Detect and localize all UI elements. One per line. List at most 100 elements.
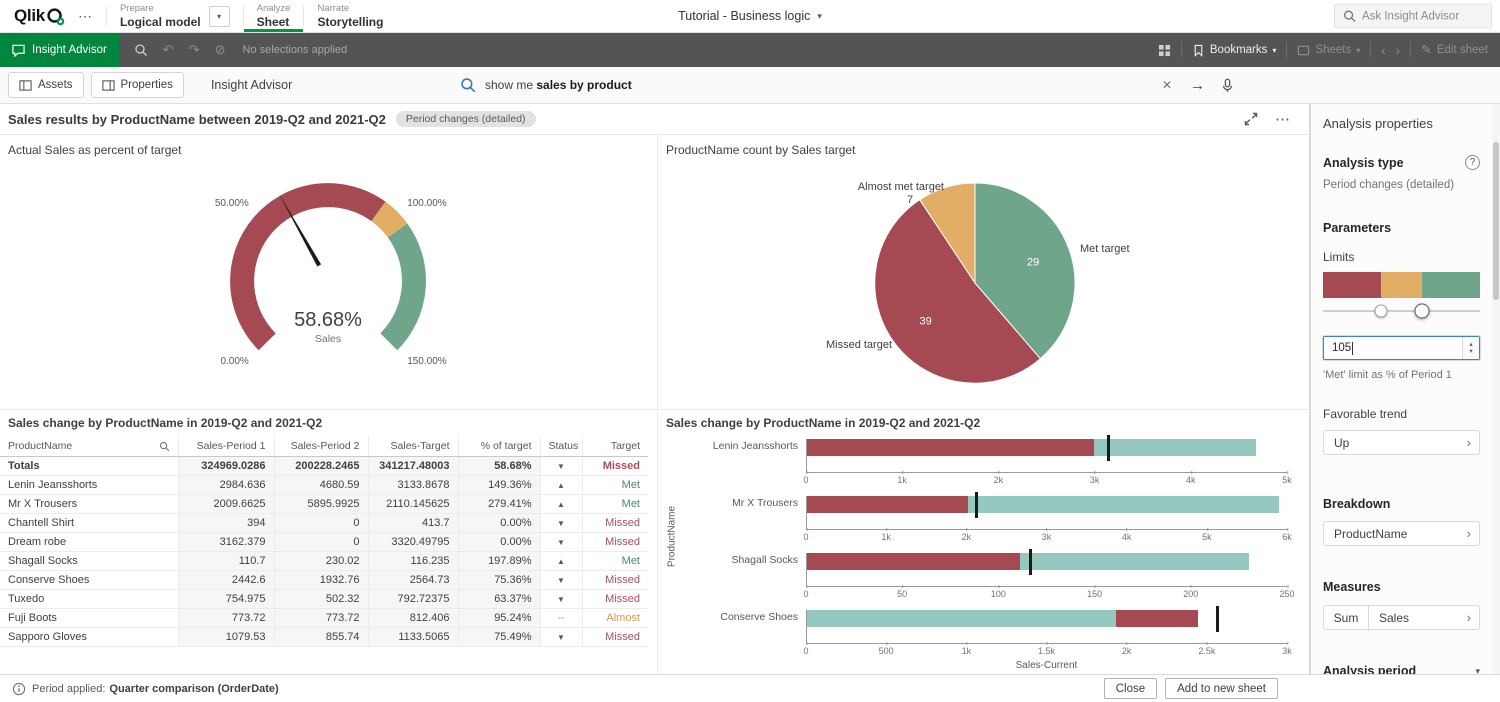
submit-search-button[interactable]: → <box>1190 77 1205 94</box>
met-limit-input[interactable]: 105 ▴ ▾ <box>1323 336 1480 360</box>
measure-field-select[interactable]: Sales › <box>1368 605 1480 630</box>
gauge-value: 58.68% <box>253 309 403 332</box>
column-header[interactable]: Sales-Period 2 <box>274 436 368 457</box>
assets-button[interactable]: Assets <box>8 72 84 98</box>
bar-segment-teal[interactable] <box>968 496 1279 513</box>
microphone-button[interactable] <box>1220 78 1235 93</box>
clear-selections-icon[interactable]: ⊘ <box>215 42 226 58</box>
step-back-icon[interactable]: ↶ <box>163 42 174 58</box>
measure-control[interactable]: Sum Sales › <box>1323 605 1480 630</box>
expand-icon[interactable] <box>1244 112 1258 126</box>
selections-tool-icon[interactable] <box>134 43 148 57</box>
favorable-trend-select[interactable]: Up › <box>1323 430 1480 455</box>
slider-handle-lower[interactable] <box>1375 305 1388 318</box>
global-search-input[interactable]: Ask Insight Advisor <box>1334 4 1492 29</box>
table-row[interactable]: Chantell Shirt3940413.70.00%▼Missed <box>0 514 648 533</box>
bar-segment-red[interactable] <box>807 496 968 513</box>
clear-search-button[interactable]: ✕ <box>1162 78 1172 92</box>
pie-chart[interactable]: 29397 <box>860 168 1090 398</box>
slider-handle-upper[interactable] <box>1414 304 1429 319</box>
table-row[interactable]: Fuji Boots773.72773.72812.40695.24%--Alm… <box>0 609 648 628</box>
edit-sheet-button[interactable]: ✎ Edit sheet <box>1421 42 1488 58</box>
bar-segment-red[interactable] <box>807 439 1094 456</box>
nav-prepare[interactable]: Prepare Logical model ▾ <box>107 0 243 32</box>
sales-table-panel[interactable]: Sales change by ProductName in 2019-Q2 a… <box>0 410 658 673</box>
sheets-menu[interactable]: Sheets ▾ <box>1297 44 1360 57</box>
totals-row[interactable]: Totals324969.0286200228.2465341217.48003… <box>0 457 648 476</box>
gauge-chart-panel[interactable]: Actual Sales as percent of target 0.00%5… <box>0 135 658 409</box>
properties-button[interactable]: Properties <box>91 72 184 98</box>
insight-search-bar[interactable]: show me sales by product ✕ → <box>460 67 1235 103</box>
insight-advisor-button[interactable]: Insight Advisor <box>0 33 119 67</box>
add-to-new-sheet-button[interactable]: Add to new sheet <box>1165 678 1278 699</box>
close-button[interactable]: Close <box>1104 678 1157 699</box>
measure-aggregation[interactable]: Sum <box>1323 605 1369 630</box>
qlik-logo[interactable]: Qlik <box>14 6 65 26</box>
nav-analyze-sheet[interactable]: Analyze Sheet <box>244 0 304 32</box>
pie-chart-title: ProductName count by Sales target <box>658 135 1309 157</box>
column-header[interactable]: Target <box>582 436 648 457</box>
table-row[interactable]: Conserve Shoes2442.61932.762564.7375.36%… <box>0 571 648 590</box>
stepper-up-icon[interactable]: ▴ <box>1469 341 1472 348</box>
bar-segment-teal[interactable] <box>1094 439 1257 456</box>
column-header[interactable]: Sales-Period 1 <box>178 436 274 457</box>
table-row[interactable]: Mr X Trousers2009.66255895.99252110.1456… <box>0 495 648 514</box>
bar-chart-panel[interactable]: Sales change by ProductName in 2019-Q2 a… <box>658 410 1309 673</box>
nav-narrate[interactable]: Narrate Storytelling <box>304 0 396 32</box>
sales-period2-cell: 1932.76 <box>274 571 368 590</box>
search-query-text[interactable]: show me sales by product <box>485 78 1162 92</box>
analysis-type-section: Analysis type ? <box>1323 155 1480 170</box>
product-name-cell: Totals <box>0 457 178 476</box>
product-name-cell: Fuji Boots <box>0 609 178 628</box>
bullet-plot[interactable]: 050100150200250 <box>806 553 1287 587</box>
bullet-plot[interactable]: 01k2k3k4k5k6k <box>806 496 1287 530</box>
product-name-cell: Chantell Shirt <box>0 514 178 533</box>
table-row[interactable]: Dream robe3162.37903320.497950.00%▼Misse… <box>0 533 648 552</box>
breakdown-select[interactable]: ProductName › <box>1323 521 1480 546</box>
bullet-plot[interactable]: 01k2k3k4k5k <box>806 439 1287 473</box>
bar-segment-teal[interactable] <box>807 610 1116 627</box>
limits-slider[interactable] <box>1323 302 1480 320</box>
help-icon[interactable]: ? <box>1465 155 1480 170</box>
results-area: Sales results by ProductName between 201… <box>0 104 1310 674</box>
next-sheet-button[interactable]: › <box>1396 43 1400 58</box>
axis-tick-label: 50 <box>897 589 907 599</box>
query-emphasis: sales by product <box>536 78 631 92</box>
step-forward-icon[interactable]: ↷ <box>189 42 200 58</box>
table-row[interactable]: Sapporo Gloves1079.53855.741133.506575.4… <box>0 628 648 647</box>
logical-model-dropdown-button[interactable]: ▾ <box>209 6 230 27</box>
bar-segment-teal[interactable] <box>1020 553 1249 570</box>
panel-scrollbar[interactable] <box>1492 104 1500 674</box>
chart-more-menu[interactable]: ⋯ <box>1275 110 1291 128</box>
axis-tick-label: 5k <box>1202 532 1212 542</box>
app-overview-icon[interactable] <box>1158 44 1171 57</box>
column-header[interactable]: Sales-Target <box>368 436 458 457</box>
number-stepper[interactable]: ▴ ▾ <box>1462 337 1479 359</box>
bar-segment-red[interactable] <box>1116 610 1198 627</box>
column-header[interactable]: Status <box>540 436 582 457</box>
bar-segment-red[interactable] <box>807 553 1020 570</box>
scrollbar-thumb[interactable] <box>1493 142 1499 300</box>
table-row[interactable]: Shagall Socks110.7230.02116.235197.89%▲M… <box>0 552 648 571</box>
table-row[interactable]: Tuxedo754.975502.32792.7237563.37%▼Misse… <box>0 590 648 609</box>
stepper-down-icon[interactable]: ▾ <box>1469 348 1472 355</box>
column-header[interactable]: ProductName <box>0 436 178 457</box>
sales-target-cell: 792.72375 <box>368 590 458 609</box>
nav-section-label: Analyze <box>257 3 291 14</box>
column-search-icon[interactable] <box>159 441 170 452</box>
table-row[interactable]: Lenin Jeansshorts2984.6364680.593133.867… <box>0 476 648 495</box>
bullet-plot[interactable]: 05001k1.5k2k2.5k3k <box>806 610 1287 644</box>
selections-toolbar: Insight Advisor ↶ ↷ ⊘ No selections appl… <box>0 33 1500 67</box>
target-cell: Missed <box>582 533 648 552</box>
previous-sheet-button[interactable]: ‹ <box>1381 43 1385 58</box>
bookmarks-menu[interactable]: Bookmarks ▾ <box>1192 44 1277 57</box>
sales-table[interactable]: ProductNameSales-Period 1Sales-Period 2S… <box>0 436 648 647</box>
app-title-selector[interactable]: Tutorial - Business logic ▾ <box>678 9 822 23</box>
status-cell: ▼ <box>540 457 582 476</box>
more-menu-button[interactable]: ⋯ <box>78 8 93 25</box>
column-header[interactable]: % of target <box>458 436 540 457</box>
pie-chart-panel[interactable]: ProductName count by Sales target 29397 … <box>658 135 1309 409</box>
slider-track[interactable] <box>1323 310 1480 312</box>
app-title-text: Tutorial - Business logic <box>678 9 810 23</box>
analysis-period-section[interactable]: Analysis period ▾ <box>1323 664 1480 674</box>
